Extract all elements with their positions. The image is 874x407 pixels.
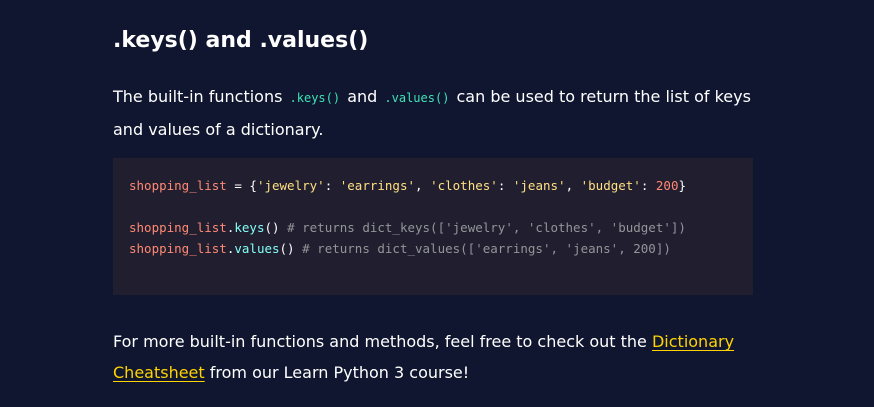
code-token: : bbox=[640, 178, 656, 193]
code-token: () bbox=[279, 241, 295, 256]
intro-text-b: and bbox=[342, 87, 383, 106]
code-token: : bbox=[497, 178, 513, 193]
code-token: : bbox=[324, 178, 340, 193]
intro-paragraph: The built-in functions .keys() and .valu… bbox=[113, 81, 753, 145]
inline-code-keys: .keys() bbox=[289, 91, 341, 105]
code-token: 'earrings' bbox=[339, 178, 416, 193]
inline-code-values: .values() bbox=[384, 91, 450, 105]
outro-text-a: For more built-in functions and methods,… bbox=[113, 332, 652, 351]
outro-paragraph: For more built-in functions and methods,… bbox=[113, 326, 753, 388]
code-comment: # returns dict_values(['earrings', 'jean… bbox=[294, 241, 671, 256]
code-token: shopping_list bbox=[129, 220, 227, 235]
intro-text-a: The built-in functions bbox=[113, 87, 288, 106]
code-token: = { bbox=[226, 178, 257, 193]
code-token: values bbox=[234, 241, 280, 256]
code-token: } bbox=[678, 178, 687, 193]
code-token: 'clothes' bbox=[430, 178, 498, 193]
code-token: keys bbox=[234, 220, 265, 235]
code-token: , bbox=[415, 178, 431, 193]
code-line-3: shopping_list.keys() # returns dict_keys… bbox=[129, 217, 737, 238]
code-token: shopping_list bbox=[129, 178, 227, 193]
code-token: 200 bbox=[655, 178, 679, 193]
code-token: , bbox=[565, 178, 581, 193]
code-block[interactable]: shopping_list = {'jewelry': 'earrings', … bbox=[113, 158, 753, 295]
code-line-4: shopping_list.values() # returns dict_va… bbox=[129, 238, 737, 259]
section-heading: .keys() and .values() bbox=[113, 28, 369, 53]
code-token: 'jewelry' bbox=[256, 178, 325, 193]
code-line-1: shopping_list = {'jewelry': 'earrings', … bbox=[129, 175, 737, 196]
code-token: () bbox=[264, 220, 280, 235]
code-token: shopping_list bbox=[129, 241, 227, 256]
code-token: 'jeans' bbox=[512, 178, 566, 193]
outro-text-b: from our Learn Python 3 course! bbox=[204, 363, 470, 382]
code-token: 'budget' bbox=[580, 178, 641, 193]
code-comment: # returns dict_keys(['jewelry', 'clothes… bbox=[279, 220, 686, 235]
